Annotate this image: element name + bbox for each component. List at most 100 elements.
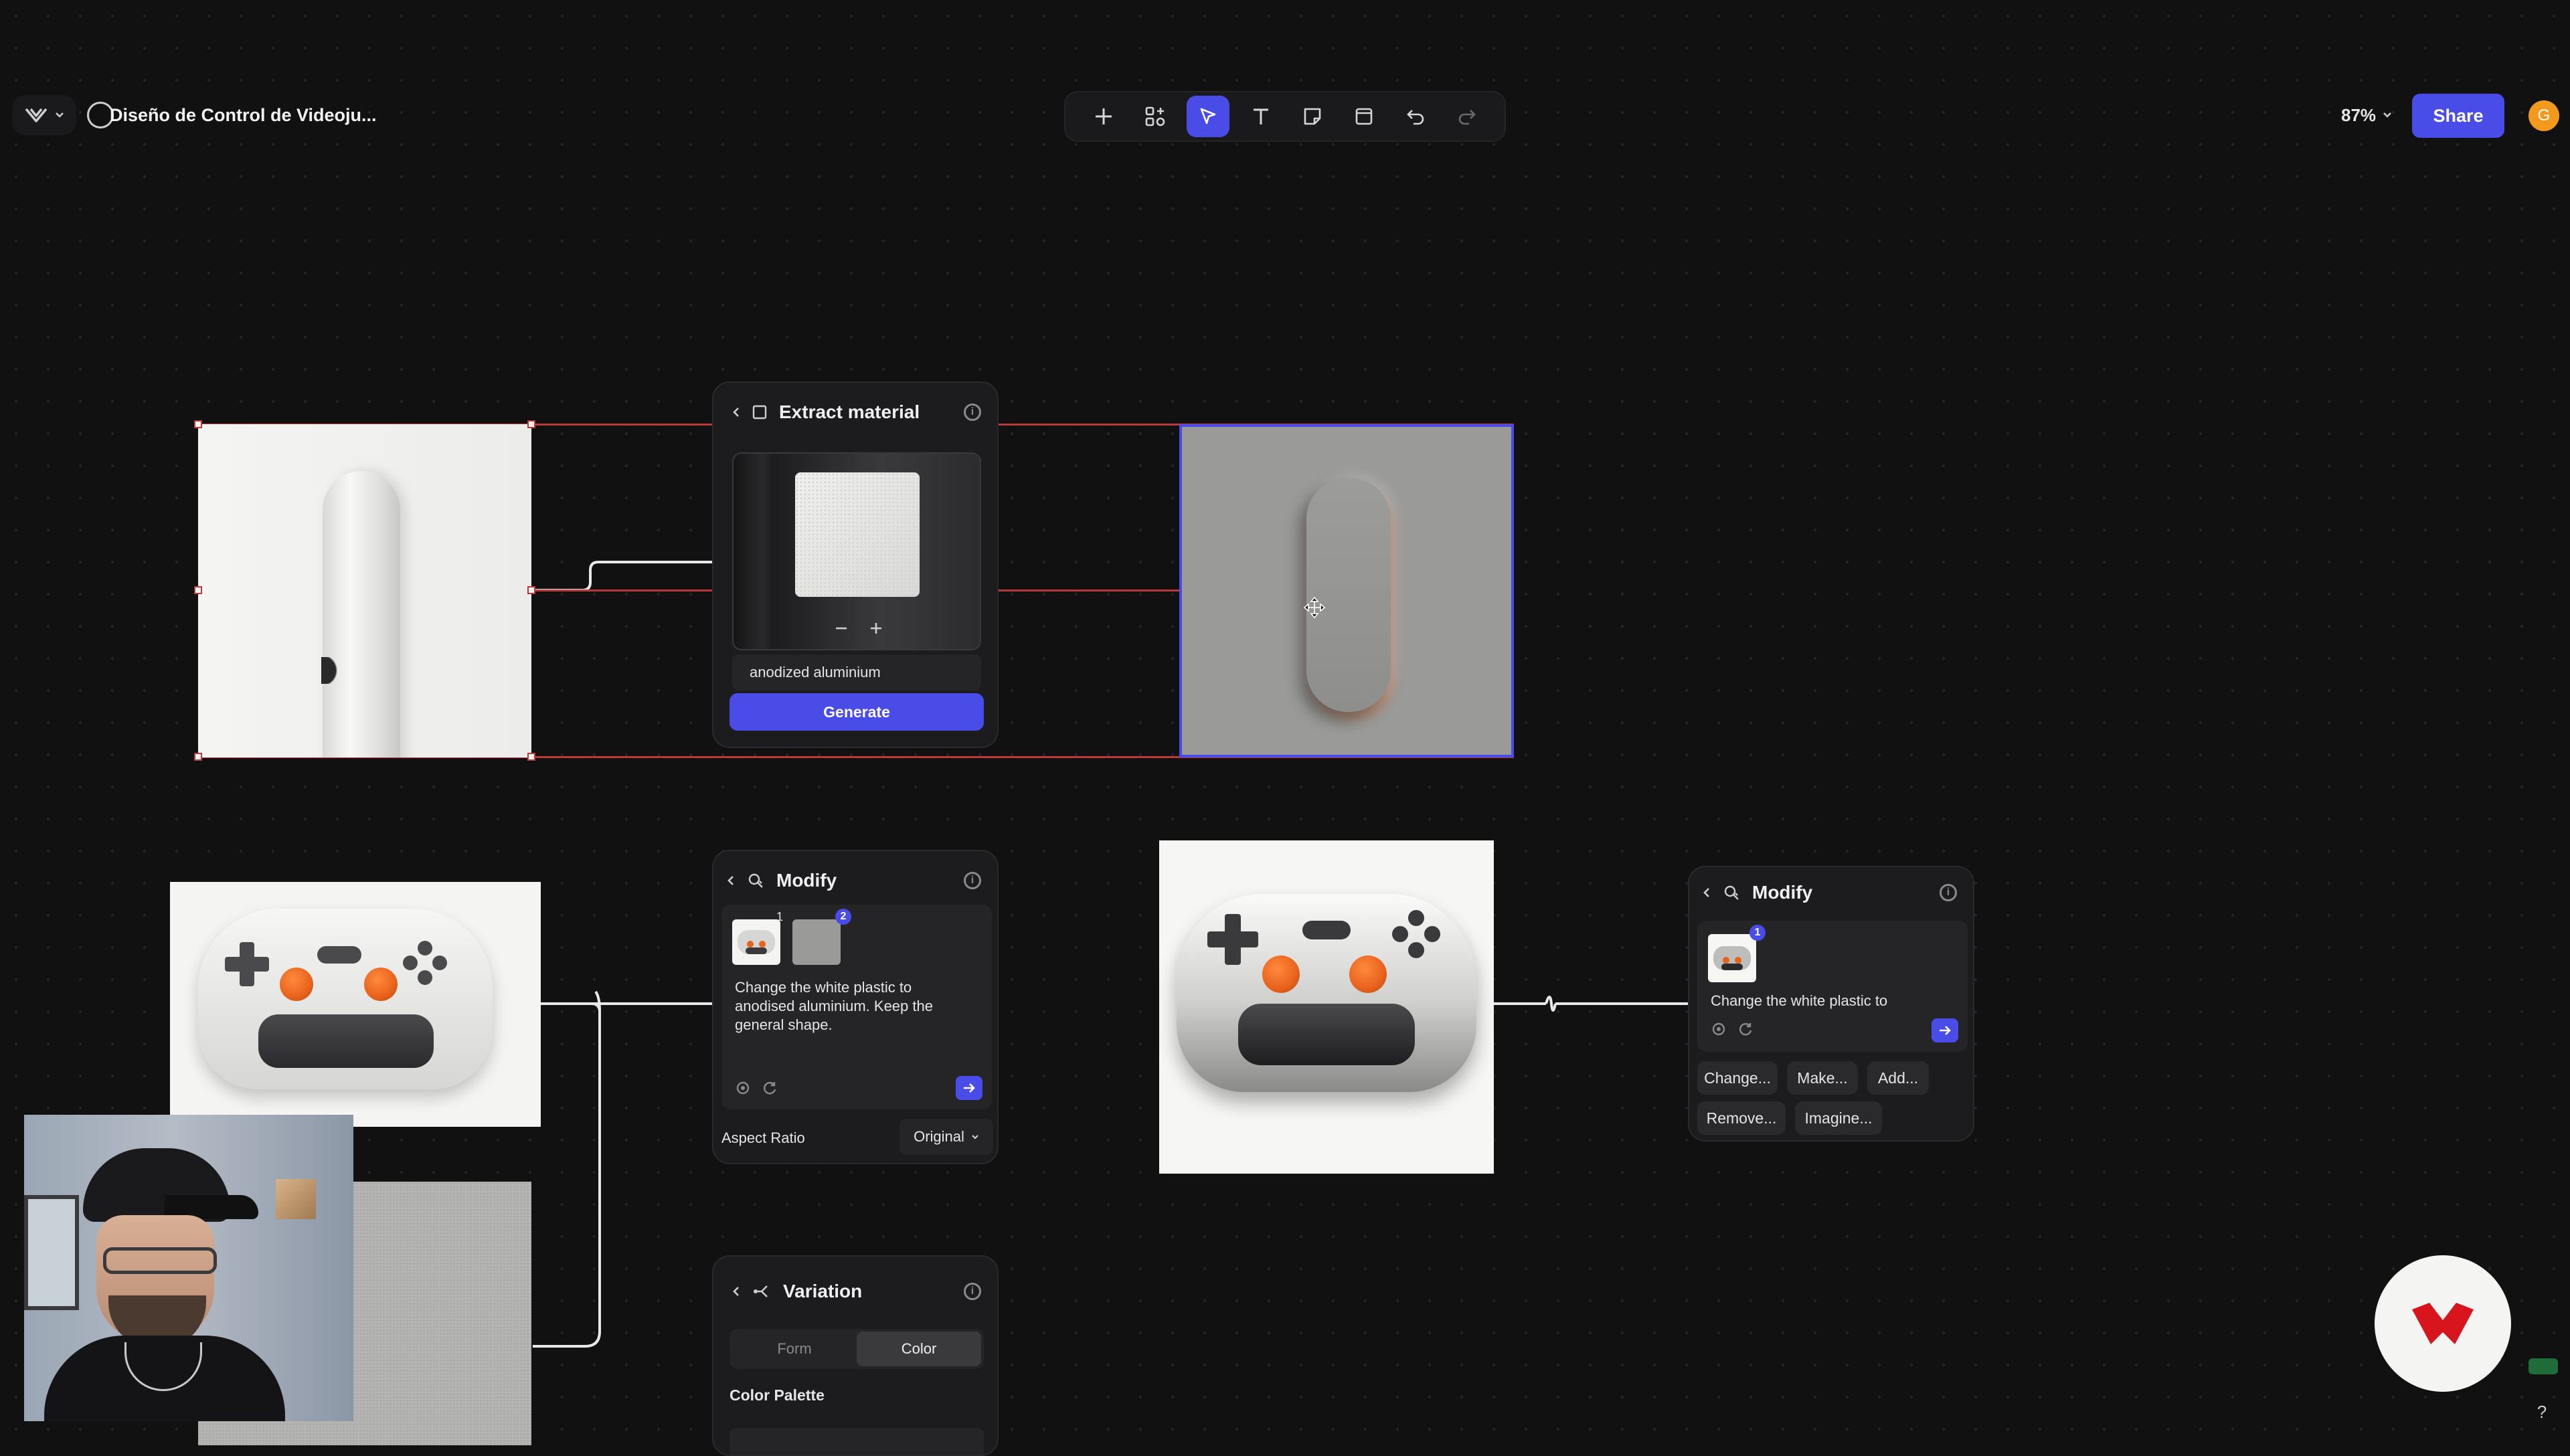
mini-status-badge (2529, 1358, 2558, 1374)
back-chevron-icon[interactable] (732, 1285, 740, 1297)
prompt-text: Change the white plastic to (1711, 992, 1888, 1009)
controller-grip (258, 1014, 434, 1068)
prompt-box[interactable]: 1 2 Change the white plastic to anodised… (721, 905, 992, 1109)
modify-panel-2: Modify i 1 Change the white plastic to C… (1688, 866, 1974, 1142)
move-cursor-icon (1303, 596, 1326, 619)
stick-notch (321, 657, 355, 684)
back-chevron-icon[interactable] (732, 406, 740, 418)
wall-picture (24, 1195, 79, 1310)
refresh-icon[interactable] (1737, 1021, 1755, 1038)
info-icon[interactable]: i (1940, 884, 1957, 901)
selection-handle[interactable] (194, 753, 202, 761)
tab-color[interactable]: Color (857, 1332, 981, 1366)
submit-arrow-button[interactable] (956, 1076, 982, 1100)
thumbnail-controller[interactable] (732, 919, 780, 965)
back-chevron-icon[interactable] (727, 875, 735, 887)
generate-button[interactable]: Generate (730, 693, 984, 731)
face-button (418, 941, 432, 955)
badge-count: 2 (835, 909, 851, 925)
panel-header: Modify i (727, 870, 981, 891)
badge-count: 1 (776, 910, 784, 923)
material-preview (732, 452, 981, 650)
extract-material-panel: Extract material i anodized aluminium Ge… (712, 381, 999, 748)
result-image-controller[interactable] (1159, 840, 1494, 1174)
reference-image-stick[interactable] (198, 424, 531, 757)
aspect-ratio-label: Aspect Ratio (721, 1129, 805, 1146)
settings-icon[interactable] (1711, 1021, 1728, 1038)
dpad (1207, 914, 1258, 965)
color-palette-swatches[interactable] (730, 1428, 984, 1455)
panel-header: Modify i (1703, 882, 1957, 903)
orange-stick (1349, 955, 1387, 993)
info-icon[interactable]: i (964, 872, 981, 889)
brand-logo-icon (2412, 1303, 2474, 1344)
info-icon[interactable]: i (964, 1283, 981, 1300)
color-palette-label: Color Palette (730, 1386, 825, 1404)
badge-count: 1 (1749, 925, 1766, 941)
webcam-overlay (24, 1115, 353, 1421)
material-square-icon (752, 405, 767, 420)
face-button (1424, 926, 1440, 942)
reference-image-controller[interactable] (170, 882, 541, 1127)
person-glasses (103, 1247, 217, 1274)
generated-material-image[interactable] (1179, 424, 1514, 757)
orange-stick (364, 968, 398, 1001)
variation-panel: Variation i Form Color Color Palette (712, 1255, 999, 1456)
help-button[interactable]: ? (2527, 1397, 2557, 1427)
stick-shape (323, 471, 400, 757)
center-button (317, 946, 361, 964)
thumbnail-controller[interactable] (1708, 934, 1756, 982)
face-button (1408, 910, 1424, 926)
prompt-box[interactable]: 1 Change the white plastic to (1697, 921, 1968, 1052)
orange-stick (1262, 955, 1300, 993)
wall-shelf (276, 1179, 316, 1219)
material-name-input[interactable]: anodized aluminium (732, 654, 981, 691)
zoom-in-icon[interactable] (867, 620, 885, 637)
info-icon[interactable]: i (964, 403, 981, 421)
panel-title: Variation (783, 1281, 863, 1301)
chevron-down-icon (972, 1135, 978, 1140)
brand-logo-badge (2375, 1255, 2511, 1392)
arrow-right-icon (1940, 1026, 1951, 1035)
thumbnail-material[interactable] (792, 919, 841, 965)
controller-grip (1238, 1004, 1415, 1065)
selection-handle[interactable] (527, 586, 535, 594)
suggestion-chip-imagine[interactable]: Imagine... (1795, 1101, 1882, 1135)
panel-header: Variation i (732, 1281, 981, 1302)
variation-branch-icon (754, 1285, 768, 1297)
suggestion-chip-add[interactable]: Add... (1867, 1061, 1929, 1095)
arrow-right-icon (964, 1083, 975, 1093)
prompt-text: Change the white plastic to anodised alu… (735, 979, 933, 1033)
dpad (225, 942, 269, 986)
back-chevron-icon[interactable] (1703, 887, 1711, 899)
panel-title: Modify (1752, 882, 1813, 903)
suggestion-chip-make[interactable]: Make... (1787, 1061, 1858, 1095)
orange-stick (280, 968, 313, 1001)
zoom-out-icon[interactable] (833, 620, 850, 637)
selection-handle[interactable] (527, 420, 535, 428)
face-button (403, 955, 418, 970)
center-button (1302, 921, 1351, 939)
fabric-swatch (795, 472, 920, 597)
modify-icon (1724, 885, 1739, 900)
suggestion-chip-remove[interactable]: Remove... (1697, 1101, 1786, 1135)
modify-panel: Modify i 1 2 Change the white plastic to… (712, 850, 999, 1164)
settings-icon[interactable] (735, 1080, 752, 1097)
aspect-ratio-select[interactable]: Original (900, 1119, 993, 1155)
tab-form[interactable]: Form (732, 1332, 857, 1366)
selection-handle[interactable] (194, 420, 202, 428)
panel-title: Modify (776, 870, 837, 891)
refresh-icon[interactable] (762, 1080, 779, 1097)
face-button (1392, 926, 1408, 942)
suggestion-chip-change[interactable]: Change... (1697, 1061, 1778, 1095)
panel-header: Extract material i (732, 401, 981, 423)
panel-title: Extract material (779, 401, 920, 422)
embossed-shape (1306, 478, 1391, 712)
face-button (418, 970, 432, 985)
selection-handle[interactable] (527, 753, 535, 761)
submit-arrow-button[interactable] (1932, 1018, 1958, 1042)
face-button (432, 955, 447, 970)
aspect-ratio-value: Original (914, 1128, 964, 1145)
modify-icon (748, 873, 763, 888)
selection-handle[interactable] (194, 586, 202, 594)
